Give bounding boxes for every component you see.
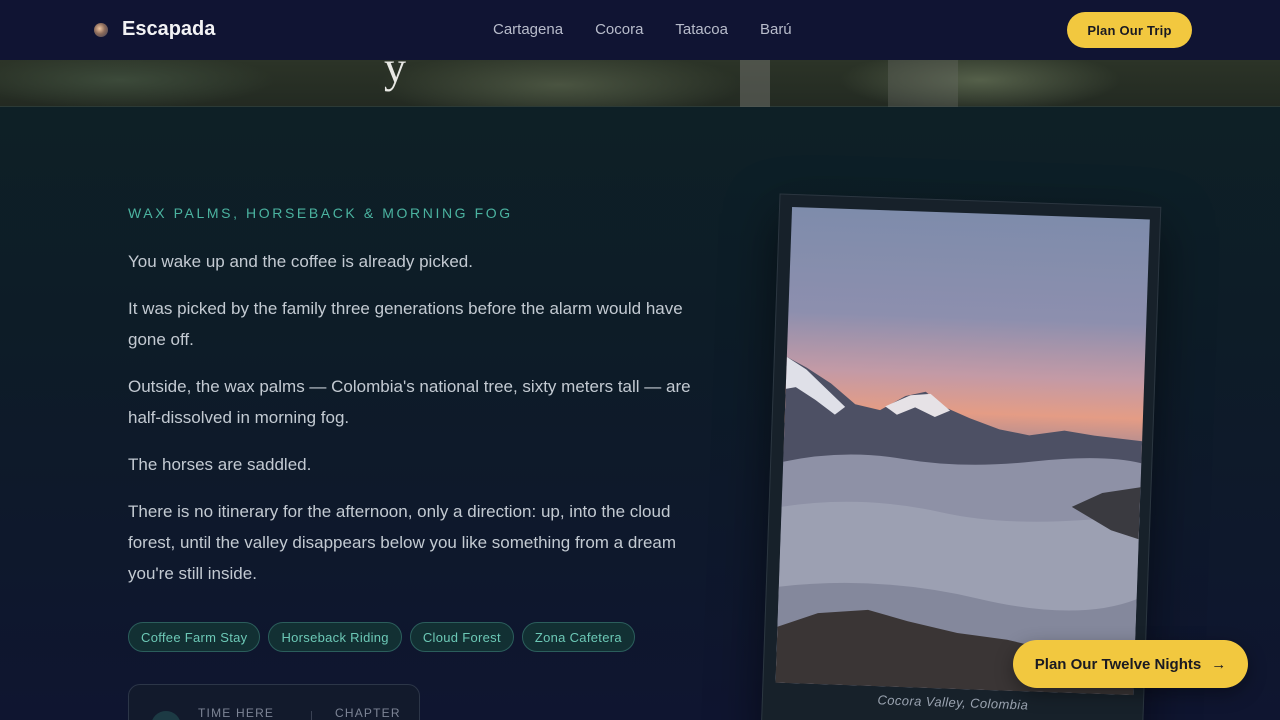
plan-trip-button[interactable]: Plan Our Trip bbox=[1067, 12, 1192, 48]
hero-tree-trunk bbox=[740, 60, 770, 107]
story-paragraph: It was picked by the family three genera… bbox=[128, 299, 683, 349]
plan-twelve-nights-button[interactable]: Plan Our Twelve Nights → bbox=[1013, 640, 1248, 688]
logo-icon bbox=[94, 22, 108, 37]
nav-link-tatacoa[interactable]: Tatacoa bbox=[675, 21, 728, 38]
tag-list: Coffee Farm Stay Horseback Riding Cloud … bbox=[128, 622, 635, 652]
nav-link-cocora[interactable]: Cocora bbox=[595, 21, 643, 38]
mountain-illustration bbox=[775, 356, 1143, 696]
nav-link-baru[interactable]: Barú bbox=[760, 21, 792, 38]
brand[interactable]: Escapada bbox=[94, 18, 215, 41]
time-here-label: TIME HERE bbox=[198, 706, 275, 720]
story-paragraph: There is no itinerary for the afternoon,… bbox=[128, 502, 677, 583]
story-paragraph: Outside, the wax palms — Colombia's nati… bbox=[128, 377, 691, 427]
tag-coffee-farm-stay: Coffee Farm Stay bbox=[128, 622, 261, 652]
arrow-right-icon: → bbox=[1211, 655, 1227, 673]
cocora-valley-photo bbox=[775, 206, 1150, 696]
clock-icon bbox=[151, 711, 181, 720]
nav-links: Cartagena Cocora Tatacoa Barú bbox=[493, 21, 792, 38]
chapter-label: CHAPTER bbox=[335, 706, 401, 720]
plan-twelve-nights-label: Plan Our Twelve Nights bbox=[1034, 655, 1202, 673]
brand-name: Escapada bbox=[122, 18, 216, 40]
story-paragraph: You wake up and the coffee is already pi… bbox=[128, 252, 473, 271]
story-text: You wake up and the coffee is already pi… bbox=[128, 246, 698, 605]
section-eyebrow: WAX PALMS, HORSEBACK & MORNING FOG bbox=[128, 205, 513, 221]
top-navbar: Escapada Cartagena Cocora Tatacoa Barú P… bbox=[0, 0, 1280, 60]
trip-info-card: TIME HERE CHAPTER bbox=[128, 684, 420, 720]
tag-horseback-riding: Horseback Riding bbox=[268, 622, 402, 652]
nav-link-cartagena[interactable]: Cartagena bbox=[493, 21, 563, 38]
hero-tree-trunk bbox=[888, 60, 958, 107]
tag-cloud-forest: Cloud Forest bbox=[409, 622, 514, 652]
divider bbox=[311, 711, 312, 720]
story-paragraph: The horses are saddled. bbox=[128, 455, 312, 474]
tag-zona-cafetera: Zona Cafetera bbox=[521, 622, 635, 652]
